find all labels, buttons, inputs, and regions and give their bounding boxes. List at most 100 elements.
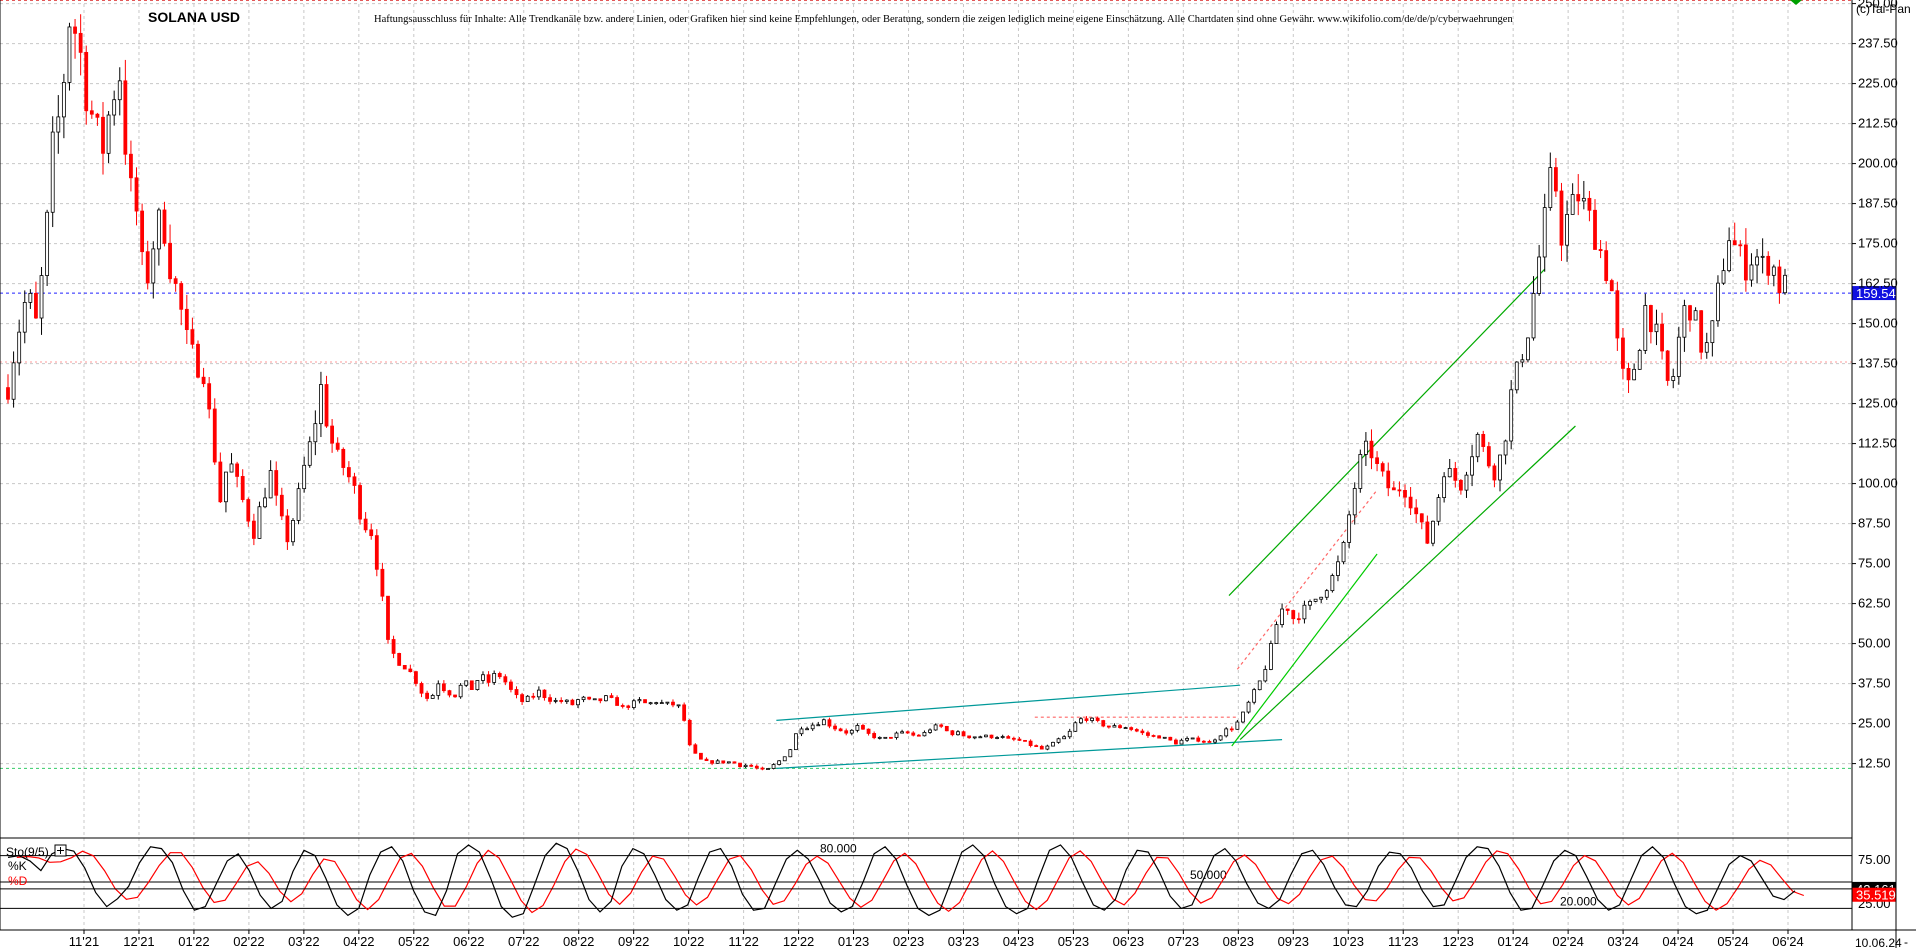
candle-body (1453, 468, 1458, 481)
candle-body (1576, 194, 1581, 202)
candle-body (883, 736, 888, 739)
candle-body (1034, 745, 1039, 747)
candle-body (1442, 476, 1447, 498)
candle-body (179, 283, 184, 310)
candle-body (693, 744, 698, 754)
candle-body (615, 697, 619, 706)
candle-body (184, 308, 189, 331)
candle-body (648, 702, 653, 705)
x-tick-label: 04'24 (1662, 934, 1693, 948)
y-tick-label: 112.50 (1858, 436, 1897, 451)
candle-body (50, 131, 55, 213)
candle-body (330, 425, 335, 444)
candle-body (916, 734, 921, 737)
candle-body (1341, 541, 1346, 563)
disclaimer-text: Haftungsausschluss für Inhalte: Alle Tre… (374, 14, 1513, 25)
candle-body (352, 476, 357, 486)
trend-line (1239, 425, 1576, 741)
candle-body (1291, 610, 1296, 620)
candle-body (1268, 643, 1273, 670)
candle-body (84, 51, 89, 112)
stoch-level-label: 80.000 (820, 842, 857, 856)
candle-body (475, 680, 480, 690)
candle-body (1520, 359, 1525, 363)
candle-body (279, 494, 284, 517)
candle-body (1129, 727, 1134, 730)
candle-body (1699, 310, 1704, 353)
x-tick-label: 09'23 (1278, 934, 1309, 948)
candle-body (1425, 521, 1430, 544)
candle-body (715, 760, 720, 764)
stoch-expand-icon[interactable] (54, 844, 67, 857)
candle-body (34, 292, 38, 319)
candle-body (162, 209, 167, 244)
candle-body (805, 728, 809, 731)
candle-body (1168, 736, 1173, 741)
candle-body (536, 689, 541, 698)
candle-body (441, 683, 446, 692)
candle-body (1514, 361, 1519, 391)
candle-body (749, 764, 754, 767)
candle-body (1319, 596, 1324, 600)
candle-body (129, 153, 133, 179)
candle-body (1302, 604, 1307, 620)
y-tick-label: 225.00 (1858, 76, 1898, 91)
candle-body (1151, 735, 1156, 737)
candle-body (1134, 729, 1139, 732)
candle-body (1403, 490, 1407, 498)
stoch-level-label: 20.000 (1560, 894, 1597, 908)
candle-body (469, 680, 474, 690)
x-tick-label: 12'22 (783, 934, 814, 948)
candle-body (481, 674, 485, 681)
candle-body (827, 719, 832, 727)
candle-body (224, 471, 228, 503)
x-tick-label: 03'24 (1607, 934, 1638, 948)
stoch-level-label: 50.000 (1190, 868, 1227, 882)
candle-body (430, 695, 435, 699)
candle-body (1241, 711, 1245, 723)
x-tick-label: 11'21 (69, 934, 99, 948)
candle-body (598, 698, 603, 702)
candle-body (1682, 305, 1687, 338)
candle-body (1062, 736, 1067, 740)
candle-body (268, 470, 273, 499)
x-tick-label: 02'22 (233, 934, 264, 948)
x-tick-label: 04'22 (343, 934, 374, 948)
candle-body (436, 683, 441, 696)
trend-line (1236, 489, 1378, 670)
candle-body (78, 32, 83, 53)
candle-body (1285, 608, 1290, 611)
candle-body (576, 699, 580, 706)
candle-body (542, 689, 547, 699)
candle-body (425, 692, 430, 699)
candle-body (263, 497, 267, 508)
candle-body (509, 681, 513, 690)
candle-body (1509, 389, 1514, 442)
stoch-k-line (7, 842, 1796, 918)
candle-body (1581, 197, 1586, 202)
candle-body (1123, 727, 1128, 729)
candle-body (285, 515, 290, 543)
candle-body (861, 725, 865, 730)
candle-body (581, 696, 586, 701)
candle-body (1704, 342, 1709, 353)
candle-body (1017, 738, 1022, 741)
candle-body (704, 758, 709, 762)
chart-canvas: 159.54 80.00050.00020.00075.0025.0042.16… (0, 0, 1916, 948)
candle-body (89, 110, 94, 115)
candle-body (503, 676, 508, 683)
candle-body (849, 729, 854, 734)
candle-body (151, 248, 156, 284)
candle-body (559, 700, 564, 702)
stoch-d-legend: %D (8, 874, 28, 888)
candle-body (972, 736, 977, 739)
candle-body (654, 702, 659, 705)
y-tick-label: 50.00 (1858, 636, 1891, 651)
candle-body (1771, 266, 1776, 276)
candle-body (1011, 737, 1016, 740)
candle-body (17, 331, 22, 364)
candle-body (1559, 190, 1564, 246)
x-tick-label: 09'22 (618, 934, 649, 948)
candle-body (995, 737, 999, 739)
candle-body (386, 595, 390, 640)
